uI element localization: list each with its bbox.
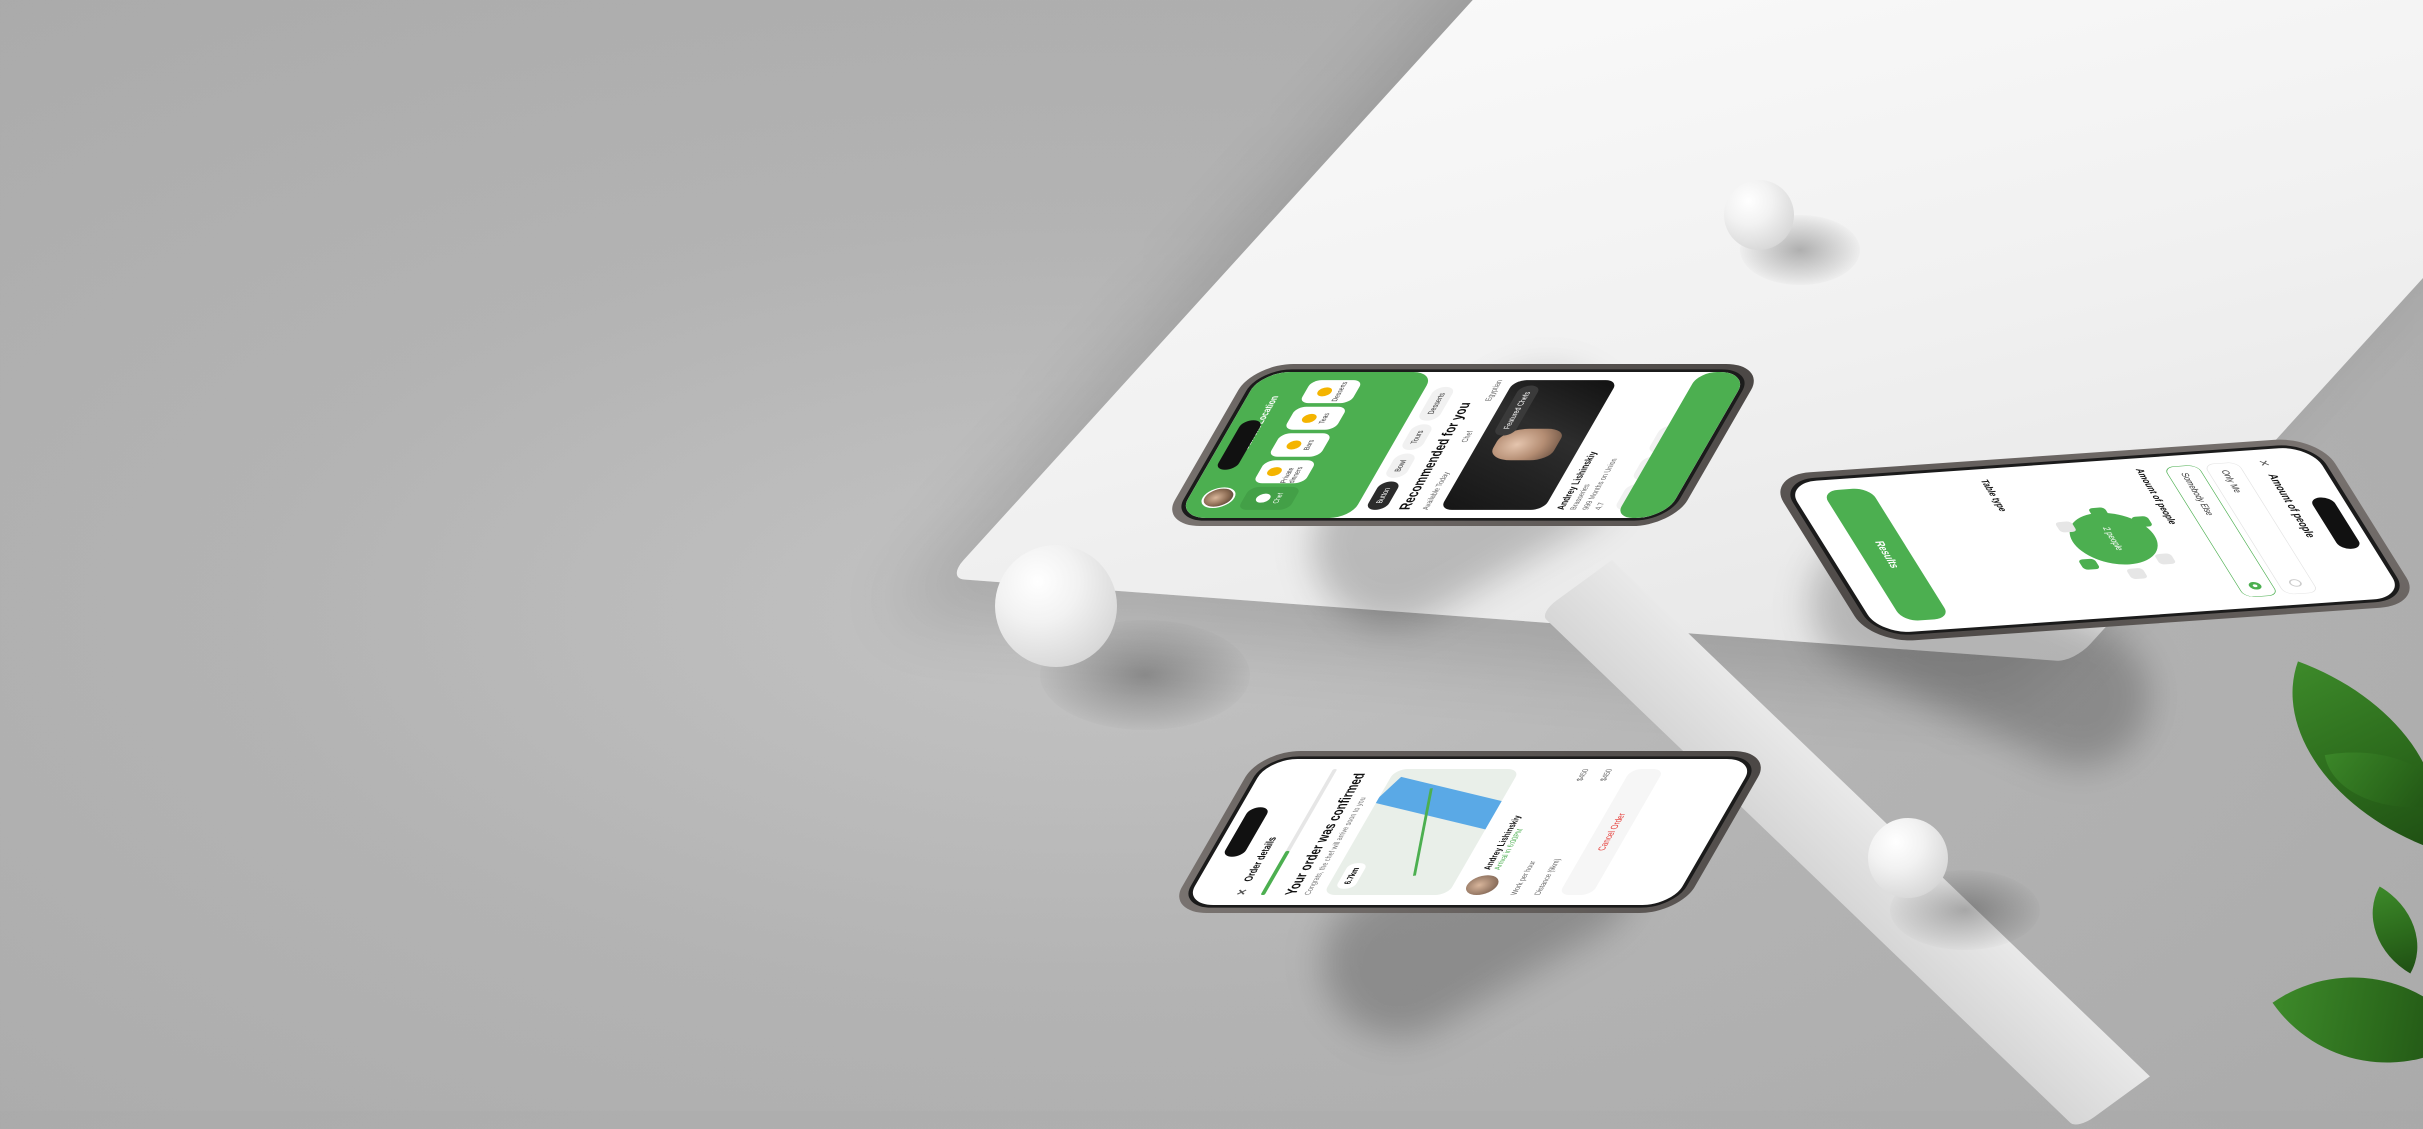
plant-leaf xyxy=(2349,886,2423,974)
phone-home: Current Location Chef Private dinners Ba… xyxy=(1159,363,1767,527)
close-icon[interactable]: × xyxy=(2253,459,2281,474)
round-table: 2 people xyxy=(2056,510,2171,568)
phone-home-screen: Current Location Chef Private dinners Ba… xyxy=(1171,369,1755,521)
chef-icon xyxy=(1253,493,1273,503)
price-value: $450 xyxy=(1597,768,1615,781)
price-value: $450 xyxy=(1574,768,1591,781)
radio-button[interactable] xyxy=(2246,581,2264,590)
phone-order-screen: × Order details Your order was confirmed… xyxy=(1178,756,1762,908)
tab-chef[interactable]: Chef xyxy=(1459,431,1475,442)
category-teas[interactable]: Teas xyxy=(1283,406,1348,430)
option-label: Somebody Else xyxy=(2178,472,2217,516)
dessert-icon xyxy=(1315,387,1335,397)
dinner-icon xyxy=(1264,467,1284,477)
avatar[interactable] xyxy=(1196,487,1241,509)
sphere-bottom xyxy=(1868,818,1948,898)
sphere-large xyxy=(995,545,1117,667)
courier-avatar xyxy=(1461,875,1504,896)
sphere-top xyxy=(1724,180,1794,250)
category-desserts[interactable]: Desserts xyxy=(1298,380,1364,404)
radio-button[interactable] xyxy=(2287,578,2304,588)
tea-icon xyxy=(1299,413,1319,423)
category-private-dinners[interactable]: Private dinners xyxy=(1252,460,1318,484)
option-label: Only Me xyxy=(2219,469,2245,494)
phone-people-screen: × Amount of people Only Me Somebody Else… xyxy=(1779,442,2411,638)
seat[interactable] xyxy=(2077,558,2101,570)
phone-order: × Order details Your order was confirmed… xyxy=(1166,750,1774,914)
close-icon[interactable]: × xyxy=(1231,882,1257,895)
phone-people: × Amount of people Only Me Somebody Else… xyxy=(1766,436,2423,644)
bar-icon xyxy=(1284,440,1304,450)
seat[interactable] xyxy=(2153,553,2177,565)
category-row: Chef Private dinners Bars Teas Desserts xyxy=(1237,380,1364,510)
map-distance: 6.7km xyxy=(1334,863,1369,889)
scene: Current Location Chef Private dinners Ba… xyxy=(0,0,2423,1129)
category-chef[interactable]: Chef xyxy=(1237,486,1302,510)
seat[interactable] xyxy=(2125,567,2149,580)
category-bars[interactable]: Bars xyxy=(1267,433,1333,457)
